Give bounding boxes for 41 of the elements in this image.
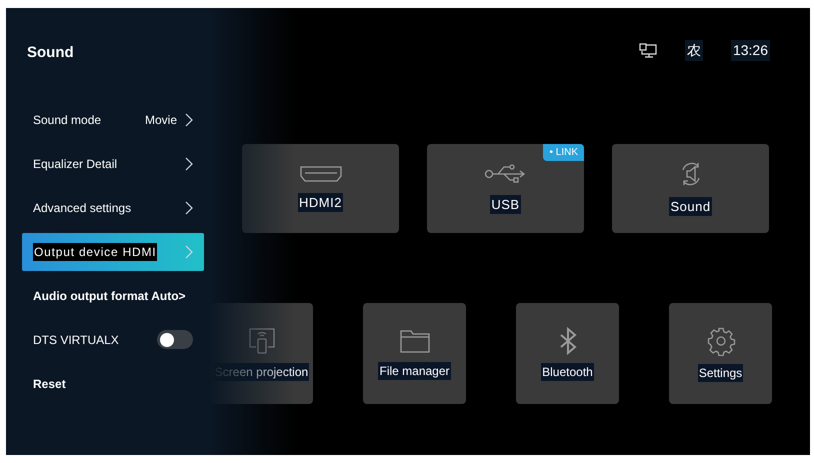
- toggle-switch[interactable]: [157, 330, 193, 349]
- menu-item[interactable]: Audio output format Auto>: [22, 276, 204, 314]
- screen-cast-icon: [248, 326, 276, 354]
- menu-item[interactable]: Advanced settings: [22, 188, 204, 226]
- menu-item[interactable]: Output device HDMI: [22, 232, 204, 270]
- folder-icon: [398, 328, 430, 354]
- app-tile[interactable]: HDMI2: [242, 144, 399, 233]
- tile-label: File manager: [378, 362, 451, 380]
- clock-time: 13:26: [730, 40, 770, 61]
- menu-item-label: Equalizer Detail: [33, 156, 118, 172]
- app-tile[interactable]: Settings: [669, 303, 772, 404]
- chevron-right-icon: [185, 244, 193, 258]
- app-tile[interactable]: File manager: [363, 303, 466, 404]
- menu-item[interactable]: Reset: [22, 364, 204, 402]
- menu-item[interactable]: DTS VIRTUALX: [22, 320, 204, 358]
- input-source-label: 农: [684, 40, 703, 61]
- link-badge: • LINK: [543, 144, 584, 161]
- settings-icon: [706, 326, 736, 356]
- menu-item[interactable]: Sound mode Movie: [22, 100, 204, 138]
- menu-item[interactable]: Equalizer Detail: [22, 144, 204, 182]
- menu-item-label: Sound mode: [33, 112, 102, 128]
- bluetooth-icon: [558, 326, 578, 354]
- tile-label: Sound: [669, 196, 712, 216]
- app-tile[interactable]: Bluetooth: [516, 303, 619, 404]
- app-tile[interactable]: Sound: [612, 144, 769, 233]
- chevron-right-icon: [185, 112, 193, 126]
- menu-item-label: Advanced settings: [33, 200, 132, 216]
- usb-icon: [484, 162, 528, 185]
- tile-label: USB: [490, 194, 521, 214]
- menu-item-label: DTS VIRTUALX: [33, 332, 119, 348]
- tile-label: Settings: [698, 364, 744, 382]
- menu-item-label: Output device HDMI: [33, 242, 158, 260]
- panel-title: Sound: [27, 43, 75, 63]
- hdmi-port-icon: [298, 164, 342, 183]
- chevron-right-icon: [185, 156, 193, 170]
- tile-label: Bluetooth: [541, 362, 594, 380]
- chevron-right-icon: [185, 200, 193, 214]
- monitor-icon: [638, 42, 657, 58]
- menu-item-value: Movie: [144, 112, 177, 128]
- app-tile[interactable]: • LINK USB: [427, 144, 584, 233]
- tile-label: HDMI2: [298, 192, 343, 212]
